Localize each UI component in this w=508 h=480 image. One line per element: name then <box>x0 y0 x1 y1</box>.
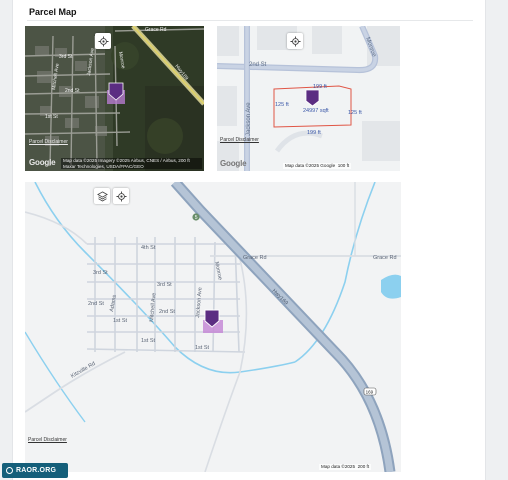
parcel-area: 24997 sqft <box>303 108 329 114</box>
road-label: 3rd St <box>157 282 172 288</box>
parcel-disclaimer-link[interactable]: Parcel Disclaimer <box>220 137 259 143</box>
road-label: 1st St <box>141 338 156 344</box>
road-label: 3rd St <box>59 54 73 60</box>
attribution-line-1: Map data ©2025 Imagery ©2025 Airbus, CNE… <box>63 158 178 163</box>
google-logo: Google <box>220 159 247 168</box>
route-shield-label: 5 <box>195 215 198 221</box>
google-logo: Google <box>29 158 56 167</box>
road-label: Grace Rd <box>373 255 397 261</box>
locate-button[interactable] <box>113 188 129 204</box>
map-attribution: Map data ©2025 200 ft <box>319 464 372 470</box>
road-label: 2nd St <box>65 88 80 94</box>
road-label: 1st St <box>113 318 128 324</box>
road-label: Jackson Ave <box>246 102 252 136</box>
road-label: Grace Rd <box>243 255 267 261</box>
attribution-text: Map data ©2025 Google <box>285 163 336 168</box>
road-label: 2nd St <box>249 62 267 68</box>
road-label: 2nd St <box>159 309 175 315</box>
road-label: 1st St <box>195 345 210 351</box>
locate-icon <box>115 190 127 202</box>
layers-button[interactable] <box>94 188 110 204</box>
dimension-left: 125 ft <box>275 102 289 108</box>
raor-badge[interactable]: RAOR.ORG <box>2 463 68 478</box>
map-attribution: Map data ©2025 Imagery ©2025 Airbus, CNE… <box>61 158 202 169</box>
road-label: Grace Rd <box>145 27 167 33</box>
locate-icon <box>289 35 301 47</box>
scale-label: 200 ft <box>178 158 190 163</box>
route-shield-label: 169 <box>366 390 374 395</box>
locate-button[interactable] <box>287 33 303 49</box>
road-label: 2nd St <box>88 301 104 307</box>
locate-icon <box>97 35 109 47</box>
parcel-disclaimer-link[interactable]: Parcel Disclaimer <box>28 437 67 443</box>
title-divider <box>27 20 473 21</box>
layers-icon <box>96 190 108 201</box>
satellite-map[interactable]: Grace Rd 3rd St 2nd St 1st St Mitchell A… <box>25 26 204 171</box>
parcel-detail-map[interactable]: 2nd St Jackson Ave Monroe 199 ft 199 ft … <box>217 26 400 171</box>
overview-map[interactable]: 5 169 4th St 3rd St 3rd St 2nd St 2nd St… <box>25 182 401 472</box>
attribution-text: Map data ©2025 <box>321 464 356 469</box>
locate-button[interactable] <box>95 33 111 49</box>
route-shield: 169 <box>363 387 377 396</box>
badge-label: RAOR.ORG <box>16 467 57 474</box>
road-label: 3rd St <box>93 270 108 276</box>
globe-icon <box>6 467 13 474</box>
parcel-disclaimer-link[interactable]: Parcel Disclaimer <box>29 139 68 145</box>
dimension-bottom: 199 ft <box>307 130 321 136</box>
dimension-top: 199 ft <box>313 84 327 90</box>
road-label: 4th St <box>141 245 156 251</box>
scale-label: 100 ft <box>337 163 350 168</box>
attribution-line-2: Maxar Technologies, USDA/FPAC/GEO <box>63 163 144 169</box>
road-label: 1st St <box>45 114 58 120</box>
section-title: Parcel Map <box>29 7 77 17</box>
scale-label: 200 ft <box>357 464 370 469</box>
map-attribution: Map data ©2025 Google 100 ft <box>283 163 352 169</box>
dimension-right: 125 ft <box>348 110 362 116</box>
